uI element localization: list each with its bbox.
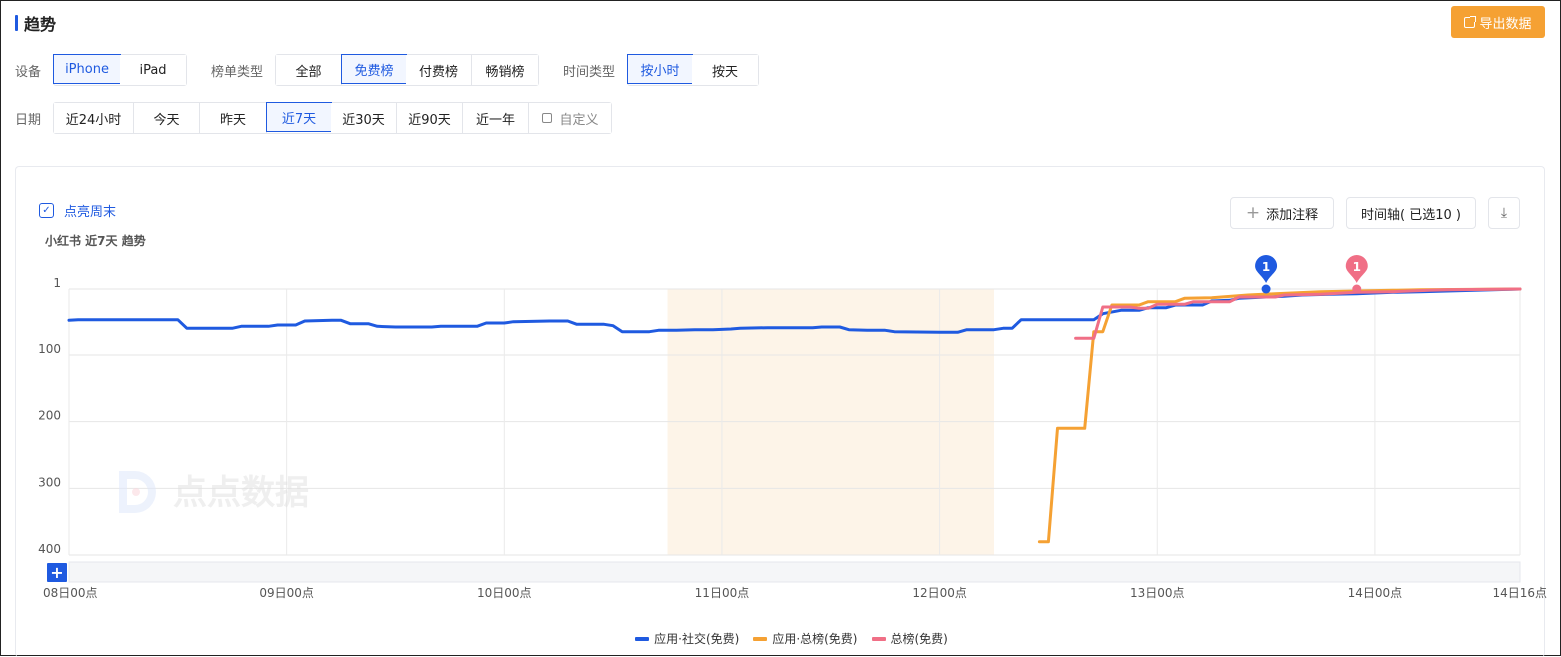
date-option-90d[interactable]: 近90天 [397, 103, 464, 133]
plus-icon: + [1245, 203, 1261, 223]
date-option-1y[interactable]: 近一年 [463, 103, 530, 133]
chart-type-all[interactable]: 全部 [276, 55, 343, 85]
time-type-hourly[interactable]: 按小时 [627, 54, 694, 84]
legend-swatch [871, 636, 886, 641]
timeline-button[interactable]: 时间轴( 已选10 ) [1346, 197, 1476, 229]
download-icon: ⤓ [1500, 205, 1508, 221]
date-label: 日期 [15, 112, 42, 128]
legend-swatch [753, 636, 768, 641]
legend-item-1[interactable]: 应用·总榜(免费) [753, 630, 858, 647]
chart-panel [15, 166, 1545, 657]
legend-label: 应用·社交(免费) [654, 632, 740, 646]
legend-label: 应用·总榜(免费) [772, 632, 858, 646]
date-range-selector: 近24小时 今天 昨天 近7天 近30天 近90天 近一年 自定义 [53, 102, 613, 134]
export-data-button[interactable]: 导出数据 [1451, 6, 1545, 38]
external-link-icon [1464, 15, 1477, 28]
highlight-weekend-toggle[interactable]: ✓ 点亮周末 [39, 201, 116, 220]
add-annotation-label: 添加注释 [1266, 207, 1319, 223]
chart-type-paid[interactable]: 付费榜 [406, 55, 473, 85]
date-option-24h[interactable]: 近24小时 [54, 103, 135, 133]
device-selector: iPhone iPad [53, 54, 188, 86]
custom-date-label: 自定义 [559, 112, 599, 128]
legend-swatch [635, 636, 650, 641]
legend-label: 总榜(免费) [890, 632, 948, 646]
date-option-custom[interactable]: 自定义 [529, 103, 612, 133]
chart-subtitle: 小红书 近7天 趋势 [45, 234, 146, 248]
checkbox-checked-icon[interactable]: ✓ [39, 203, 54, 218]
chart-type-free[interactable]: 免费榜 [341, 54, 408, 84]
chart-legend: 应用·社交(免费) 应用·总榜(免费) 总榜(免费) [1, 630, 1561, 647]
filter-row-top: 设备 iPhone iPad 榜单类型 全部 免费榜 付费榜 畅销榜 时间类型 … [15, 54, 783, 86]
timeline-label: 时间轴( 已选10 ) [1361, 207, 1461, 223]
device-option-iphone[interactable]: iPhone [53, 54, 122, 84]
export-label: 导出数据 [1479, 16, 1532, 32]
filter-row-date: 日期 近24小时 今天 昨天 近7天 近30天 近90天 近一年 自定义 [15, 102, 636, 134]
device-label: 设备 [15, 64, 42, 80]
time-type-selector: 按小时 按天 [627, 54, 760, 86]
date-option-yesterday[interactable]: 昨天 [200, 103, 268, 133]
chart-type-grossing[interactable]: 畅销榜 [472, 55, 539, 85]
device-option-ipad[interactable]: iPad [120, 55, 187, 85]
download-chart-button[interactable]: ⤓ [1488, 197, 1520, 229]
legend-item-0[interactable]: 应用·社交(免费) [635, 630, 739, 647]
date-option-30d[interactable]: 近30天 [331, 103, 398, 133]
legend-item-2[interactable]: 总榜(免费) [871, 630, 948, 647]
date-option-7d[interactable]: 近7天 [266, 102, 333, 132]
time-type-daily[interactable]: 按天 [692, 55, 759, 85]
chart-type-label: 榜单类型 [211, 64, 264, 80]
section-title: 趋势 [24, 15, 57, 34]
date-option-today[interactable]: 今天 [134, 103, 201, 133]
highlight-weekend-label: 点亮周末 [64, 205, 117, 220]
chart-type-selector: 全部 免费榜 付费榜 畅销榜 [275, 54, 540, 86]
section-header: 趋势 [15, 11, 56, 35]
zoom-expand-button[interactable] [47, 563, 67, 582]
time-type-label: 时间类型 [563, 64, 616, 80]
title-accent-bar [15, 15, 18, 31]
calendar-icon [541, 113, 552, 123]
add-annotation-button[interactable]: + 添加注释 [1230, 197, 1334, 229]
